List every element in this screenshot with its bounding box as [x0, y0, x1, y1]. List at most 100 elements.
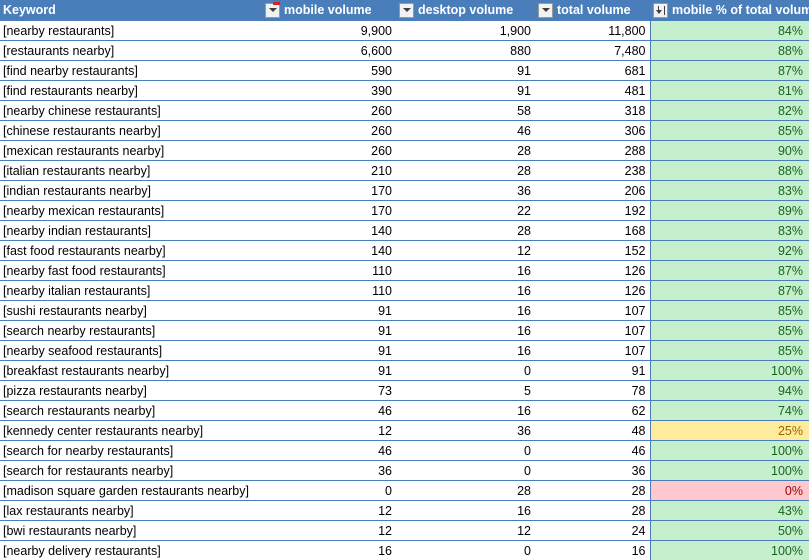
- cell-desktop-volume[interactable]: 22: [396, 200, 535, 221]
- cell-desktop-volume[interactable]: 16: [396, 500, 535, 521]
- cell-mobile-percent[interactable]: 87%: [649, 260, 809, 281]
- cell-total-volume[interactable]: 16: [535, 540, 650, 560]
- cell-total-volume[interactable]: 46: [535, 440, 650, 461]
- cell-keyword[interactable]: [nearby indian restaurants]: [0, 220, 262, 241]
- cell-mobile-percent[interactable]: 87%: [649, 280, 809, 301]
- cell-desktop-volume[interactable]: 36: [396, 180, 535, 201]
- cell-desktop-volume[interactable]: 28: [396, 480, 535, 501]
- table-row[interactable]: [restaurants nearby] 6,600 880 7,480 88%: [0, 40, 809, 61]
- cell-desktop-volume[interactable]: 28: [396, 220, 535, 241]
- cell-mobile-percent[interactable]: 82%: [649, 100, 809, 121]
- cell-mobile-percent[interactable]: 74%: [649, 400, 809, 421]
- table-row[interactable]: [mexican restaurants nearby] 260 28 288 90%: [0, 140, 809, 161]
- cell-mobile-volume[interactable]: 260: [262, 120, 396, 141]
- cell-keyword[interactable]: [pizza restaurants nearby]: [0, 380, 262, 401]
- cell-mobile-volume[interactable]: 9,900: [262, 20, 396, 41]
- cell-mobile-volume[interactable]: 140: [262, 240, 396, 261]
- cell-mobile-volume[interactable]: 0: [262, 480, 396, 501]
- cell-desktop-volume[interactable]: 5: [396, 380, 535, 401]
- cell-mobile-percent[interactable]: 89%: [649, 200, 809, 221]
- table-row[interactable]: [search for nearby restaurants] 46 0 46 100%: [0, 440, 809, 461]
- cell-mobile-percent[interactable]: 43%: [649, 500, 809, 521]
- cell-total-volume[interactable]: 238: [535, 160, 650, 181]
- cell-mobile-volume[interactable]: 590: [262, 60, 396, 81]
- cell-total-volume[interactable]: 107: [535, 320, 650, 341]
- cell-mobile-volume[interactable]: 170: [262, 200, 396, 221]
- cell-mobile-percent[interactable]: 81%: [649, 80, 809, 101]
- cell-keyword[interactable]: [sushi restaurants nearby]: [0, 300, 262, 321]
- cell-desktop-volume[interactable]: 12: [396, 520, 535, 541]
- sort-descending-filter-icon-total-volume[interactable]: [653, 2, 668, 18]
- column-header-mobile-percent[interactable]: mobile % of total volume: [650, 0, 809, 21]
- cell-mobile-percent[interactable]: 83%: [649, 180, 809, 201]
- table-row[interactable]: [nearby chinese restaurants] 260 58 318 82%: [0, 100, 809, 121]
- cell-mobile-volume[interactable]: 110: [262, 260, 396, 281]
- cell-keyword[interactable]: [find restaurants nearby]: [0, 80, 262, 101]
- cell-mobile-percent[interactable]: 85%: [649, 340, 809, 361]
- cell-keyword[interactable]: [kennedy center restaurants nearby]: [0, 420, 262, 441]
- cell-keyword[interactable]: [restaurants nearby]: [0, 40, 262, 61]
- cell-mobile-volume[interactable]: 12: [262, 500, 396, 521]
- cell-mobile-volume[interactable]: 73: [262, 380, 396, 401]
- column-header-desktop-volume[interactable]: desktop volume: [396, 0, 535, 21]
- table-row[interactable]: [bwi restaurants nearby] 12 12 24 50%: [0, 520, 809, 541]
- cell-total-volume[interactable]: 107: [535, 300, 650, 321]
- cell-desktop-volume[interactable]: 16: [396, 300, 535, 321]
- cell-mobile-volume[interactable]: 91: [262, 340, 396, 361]
- cell-total-volume[interactable]: 126: [535, 260, 650, 281]
- cell-desktop-volume[interactable]: 0: [396, 360, 535, 381]
- cell-mobile-volume[interactable]: 36: [262, 460, 396, 481]
- cell-keyword[interactable]: [italian restaurants nearby]: [0, 160, 262, 181]
- cell-total-volume[interactable]: 681: [535, 60, 650, 81]
- cell-mobile-percent[interactable]: 100%: [649, 440, 809, 461]
- cell-mobile-percent[interactable]: 0%: [649, 480, 809, 501]
- cell-keyword[interactable]: [search for nearby restaurants]: [0, 440, 262, 461]
- cell-mobile-percent[interactable]: 94%: [649, 380, 809, 401]
- table-row[interactable]: [breakfast restaurants nearby] 91 0 91 100%: [0, 360, 809, 381]
- cell-desktop-volume[interactable]: 46: [396, 120, 535, 141]
- cell-keyword[interactable]: [fast food restaurants nearby]: [0, 240, 262, 261]
- cell-total-volume[interactable]: 107: [535, 340, 650, 361]
- cell-desktop-volume[interactable]: 12: [396, 240, 535, 261]
- cell-keyword[interactable]: [breakfast restaurants nearby]: [0, 360, 262, 381]
- cell-desktop-volume[interactable]: 0: [396, 440, 535, 461]
- table-row[interactable]: [madison square garden restaurants nearb…: [0, 480, 809, 501]
- cell-total-volume[interactable]: 152: [535, 240, 650, 261]
- cell-desktop-volume[interactable]: 36: [396, 420, 535, 441]
- cell-total-volume[interactable]: 28: [535, 480, 650, 501]
- cell-keyword[interactable]: [mexican restaurants nearby]: [0, 140, 262, 161]
- cell-mobile-volume[interactable]: 170: [262, 180, 396, 201]
- table-row[interactable]: [sushi restaurants nearby] 91 16 107 85%: [0, 300, 809, 321]
- filter-dropdown-icon-desktop-volume[interactable]: [538, 2, 553, 18]
- cell-keyword[interactable]: [search restaurants nearby]: [0, 400, 262, 421]
- cell-mobile-percent[interactable]: 90%: [649, 140, 809, 161]
- cell-total-volume[interactable]: 11,800: [535, 20, 650, 41]
- cell-desktop-volume[interactable]: 16: [396, 280, 535, 301]
- cell-mobile-percent[interactable]: 88%: [649, 160, 809, 181]
- cell-total-volume[interactable]: 7,480: [535, 40, 650, 61]
- cell-keyword[interactable]: [lax restaurants nearby]: [0, 500, 262, 521]
- cell-mobile-percent[interactable]: 85%: [649, 300, 809, 321]
- cell-keyword[interactable]: [nearby mexican restaurants]: [0, 200, 262, 221]
- column-header-keyword[interactable]: Keyword: [0, 0, 262, 21]
- table-row[interactable]: [find restaurants nearby] 390 91 481 81%: [0, 80, 809, 101]
- cell-mobile-volume[interactable]: 140: [262, 220, 396, 241]
- cell-total-volume[interactable]: 28: [535, 500, 650, 521]
- table-row[interactable]: [fast food restaurants nearby] 140 12 152 92…: [0, 240, 809, 261]
- cell-keyword[interactable]: [madison square garden restaurants nearb…: [0, 480, 262, 501]
- cell-mobile-percent[interactable]: 84%: [649, 20, 809, 41]
- table-row[interactable]: [nearby delivery restaurants] 16 0 16 100%: [0, 540, 809, 560]
- cell-keyword[interactable]: [search nearby restaurants]: [0, 320, 262, 341]
- cell-desktop-volume[interactable]: 91: [396, 60, 535, 81]
- table-row[interactable]: [pizza restaurants nearby] 73 5 78 94%: [0, 380, 809, 401]
- column-header-mobile-volume[interactable]: mobile volume: [262, 0, 396, 21]
- table-row[interactable]: [kennedy center restaurants nearby] 12 36 4…: [0, 420, 809, 441]
- table-row[interactable]: [nearby italian restaurants] 110 16 126 87%: [0, 280, 809, 301]
- cell-total-volume[interactable]: 318: [535, 100, 650, 121]
- cell-mobile-volume[interactable]: 46: [262, 440, 396, 461]
- cell-desktop-volume[interactable]: 0: [396, 460, 535, 481]
- cell-total-volume[interactable]: 206: [535, 180, 650, 201]
- cell-desktop-volume[interactable]: 58: [396, 100, 535, 121]
- cell-mobile-volume[interactable]: 91: [262, 300, 396, 321]
- cell-mobile-volume[interactable]: 91: [262, 320, 396, 341]
